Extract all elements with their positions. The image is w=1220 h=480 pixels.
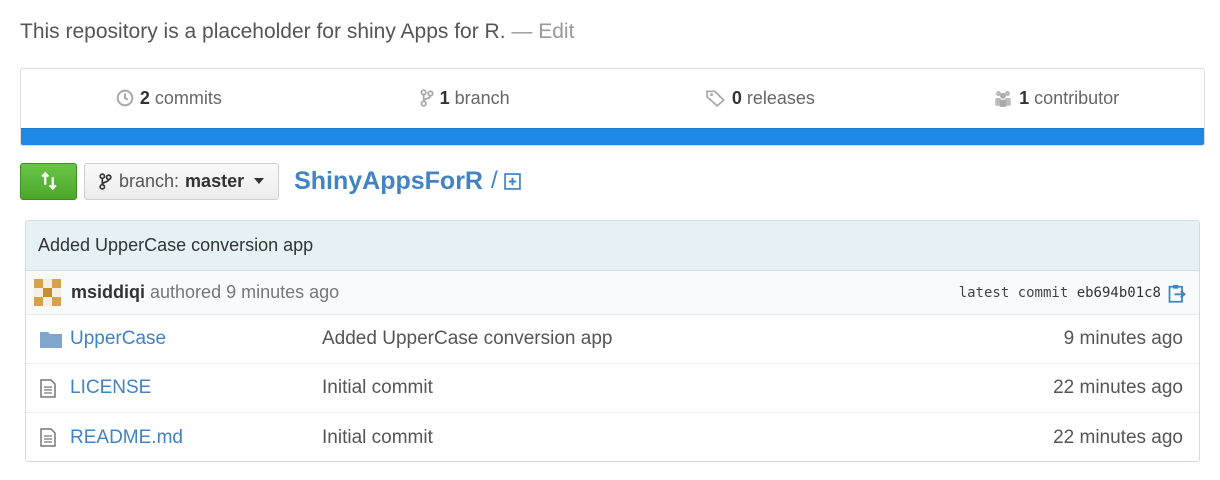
- repo-summary: 2 commits 1 branch 0 releases 1 contribu…: [20, 68, 1205, 146]
- file-commit-message[interactable]: Initial commit: [322, 427, 1053, 449]
- file-name-link[interactable]: LICENSE: [70, 377, 322, 399]
- contributors-count: 1: [1019, 88, 1030, 108]
- file-text-icon: [40, 428, 56, 447]
- contributors-label: contributor: [1034, 88, 1120, 108]
- latest-commit-info: latest commit eb694b01c8: [959, 285, 1161, 301]
- history-icon: [116, 89, 134, 107]
- description-text: This repository is a placeholder for shi…: [20, 20, 506, 43]
- description-separator: —: [511, 20, 533, 43]
- plus-square-icon: [503, 172, 521, 190]
- commits-summary-link[interactable]: 2 commits: [21, 88, 317, 109]
- edit-description-link[interactable]: Edit: [538, 20, 574, 43]
- commit-authored-time: authored 9 minutes ago: [150, 282, 340, 302]
- file-row[interactable]: README.md Initial commit 22 minutes ago: [26, 413, 1199, 461]
- file-commit-message[interactable]: Initial commit: [322, 377, 1053, 399]
- path-separator: /: [491, 167, 498, 194]
- file-name-link[interactable]: UpperCase: [70, 328, 322, 350]
- new-file-button[interactable]: [503, 172, 521, 190]
- chevron-down-icon: [254, 178, 265, 184]
- avatar[interactable]: [34, 279, 61, 306]
- commits-count: 2: [139, 88, 150, 108]
- branches-summary-link[interactable]: 1 branch: [317, 88, 613, 109]
- latest-commit-message[interactable]: Added UpperCase conversion app: [26, 221, 1199, 271]
- releases-label: releases: [746, 88, 815, 108]
- copy-sha-button[interactable]: [1167, 283, 1187, 303]
- branch-name: master: [185, 170, 245, 191]
- contributors-summary-link[interactable]: 1 contributor: [908, 88, 1204, 109]
- branch-icon: [99, 172, 112, 190]
- file-age: 22 minutes ago: [1053, 377, 1183, 398]
- file-name-link[interactable]: README.md: [70, 427, 322, 449]
- file-text-icon: [40, 378, 56, 398]
- file-row[interactable]: UpperCase Added UpperCase conversion app…: [26, 315, 1199, 364]
- branch-select-button[interactable]: branch: master: [84, 162, 280, 200]
- releases-count: 0: [731, 88, 742, 108]
- branch-prefix: branch:: [119, 170, 180, 191]
- file-row[interactable]: LICENSE Initial commit 22 minutes ago: [26, 364, 1199, 413]
- clippy-icon: [1168, 284, 1186, 303]
- releases-summary-link[interactable]: 0 releases: [613, 88, 909, 109]
- latest-commit-label: latest commit: [958, 284, 1069, 301]
- commits-label: commits: [154, 88, 222, 108]
- file-commit-message[interactable]: Added UpperCase conversion app: [322, 328, 1064, 350]
- folder-icon: [40, 331, 62, 348]
- commit-sha-link[interactable]: eb694b01c8: [1077, 285, 1161, 301]
- file-age: 22 minutes ago: [1053, 426, 1183, 448]
- branches-label: branch: [454, 88, 510, 108]
- repo-description: This repository is a placeholder for shi…: [20, 20, 574, 44]
- latest-commit-meta: msiddiqi authored 9 minutes ago latest c…: [26, 271, 1199, 315]
- organization-icon: [995, 91, 1011, 107]
- language-bar[interactable]: [21, 128, 1204, 145]
- commit-author[interactable]: msiddiqi: [71, 282, 145, 303]
- file-listing: Added UpperCase conversion app msiddiqi …: [25, 220, 1200, 462]
- compare-button[interactable]: [20, 162, 77, 200]
- branch-icon: [420, 89, 434, 107]
- repo-root-link[interactable]: ShinyAppsForR: [294, 167, 483, 196]
- file-navigation: branch: master ShinyAppsForR /: [20, 162, 521, 200]
- file-age: 9 minutes ago: [1063, 328, 1183, 349]
- tag-icon: [706, 90, 725, 107]
- compare-icon: [40, 171, 57, 191]
- branches-count: 1: [439, 88, 450, 108]
